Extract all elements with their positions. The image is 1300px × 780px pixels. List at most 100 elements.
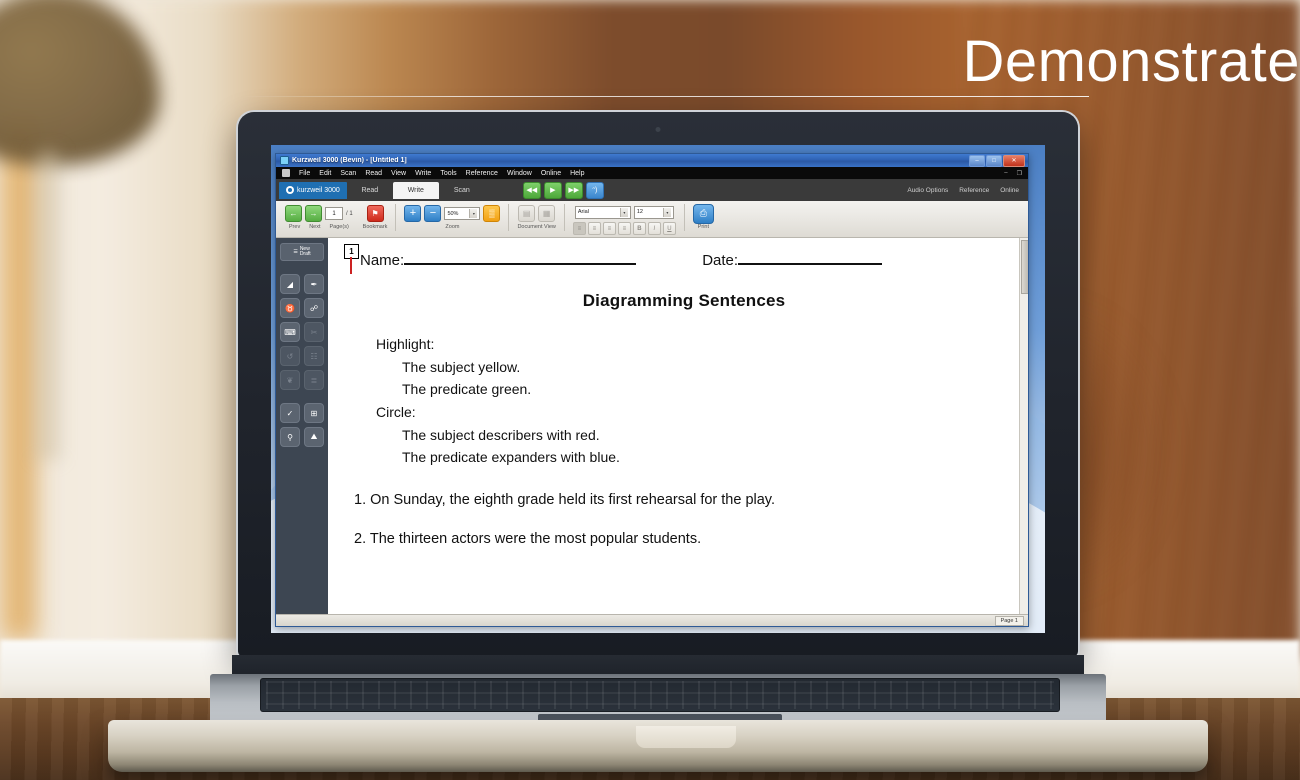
tab-scan[interactable]: Scan <box>439 182 485 199</box>
reference-link[interactable]: Reference <box>959 187 989 194</box>
tab-read[interactable]: Read <box>347 182 393 199</box>
zoom-in-button[interactable]: + <box>404 205 422 222</box>
line-spacing-button[interactable]: ≡ <box>617 222 631 235</box>
question-1: 1. On Sunday, the eighth grade held its … <box>354 492 776 509</box>
tag-tool-icon[interactable]: ❦ <box>280 370 300 390</box>
align-left-button[interactable]: ≡ <box>572 222 586 235</box>
audio-options-link[interactable]: Audio Options <box>907 187 948 194</box>
tool-row-7: ⚲ ⛰ <box>280 427 324 447</box>
kurzweil-brand-button[interactable]: kurzweil 3000 <box>279 181 347 199</box>
format-group: Arial ▾ 12 ▾ ≡ ≡ ≡ ≡ B I U <box>568 203 681 235</box>
magnifier-tool-icon[interactable]: ⚲ <box>280 427 300 447</box>
instruction-line-4: Circle: <box>376 404 416 421</box>
background-light-column <box>0 120 36 640</box>
date-label: Date: <box>702 252 739 269</box>
image-tool-icon[interactable]: ⛰ <box>304 427 324 447</box>
lamp-stem <box>35 150 61 460</box>
menu-item-scan[interactable]: Scan <box>340 170 356 177</box>
speaker-icon[interactable]: ᵔ) <box>585 181 604 199</box>
menu-item-help[interactable]: Help <box>570 170 584 177</box>
laptop: Kurzweil 3000 (Bevin) - [Untitled 1] – □… <box>108 112 1208 780</box>
close-button[interactable]: ✕ <box>1003 154 1025 167</box>
document-canvas[interactable]: 1 Name: Date: Diagramming Sentences High… <box>328 238 1028 614</box>
menu-item-window[interactable]: Window <box>507 170 532 177</box>
minimize-button[interactable]: – <box>969 154 985 167</box>
scissors-tool-icon[interactable]: ✂ <box>304 322 324 342</box>
microphone-tool-icon[interactable]: ♉ <box>280 298 300 318</box>
instruction-line-3: The predicate green. <box>402 381 532 398</box>
zoom-level-value: 50% <box>447 210 459 217</box>
document-icon <box>282 169 290 177</box>
align-right-button[interactable]: ≡ <box>602 222 616 235</box>
inner-minimize-button[interactable]: – <box>1004 170 1007 176</box>
question-2: 2. The thirteen actors were the most pop… <box>354 531 702 548</box>
menu-item-read[interactable]: Read <box>365 170 382 177</box>
menu-item-edit[interactable]: Edit <box>319 170 331 177</box>
tool-row-4: ↺ ☷ <box>280 346 324 366</box>
play-button[interactable]: ▶ <box>543 181 562 199</box>
document-view-label: Document View <box>517 224 556 230</box>
document-view-button-2[interactable]: ▦ <box>538 205 556 222</box>
tools-sidebar: ☰ New Draft ◢ ✒ ♉ ☍ ⌨ ✂ ↺ ☷ ❦ ≣ ✓ ⊞ ⚲ ⛰ <box>276 238 328 614</box>
highlighter-tool-icon[interactable]: ✒ <box>304 274 324 294</box>
menu-item-file[interactable]: File <box>299 170 310 177</box>
tab-write[interactable]: Write <box>392 181 439 199</box>
workspace: ☰ New Draft ◢ ✒ ♉ ☍ ⌨ ✂ ↺ ☷ ❦ ≣ ✓ ⊞ ⚲ ⛰ … <box>276 238 1028 614</box>
page-title: Demonstrate <box>0 28 1300 95</box>
font-family-select[interactable]: Arial ▾ <box>574 205 631 219</box>
prev-page-button[interactable]: ← <box>285 205 302 222</box>
new-draft-button[interactable]: ☰ New Draft <box>280 243 324 261</box>
menu-item-write[interactable]: Write <box>415 170 431 177</box>
worksheet-title: Diagramming Sentences <box>582 291 786 310</box>
zoom-label: Zoom <box>445 224 460 230</box>
menu-item-reference[interactable]: Reference <box>466 170 498 177</box>
keyboard-tool-icon[interactable]: ⌨ <box>280 322 300 342</box>
window-titlebar[interactable]: Kurzweil 3000 (Bevin) - [Untitled 1] – □… <box>276 154 1028 167</box>
zoom-grid-button[interactable]: ▒ <box>483 205 501 222</box>
list-tool-icon[interactable]: ≣ <box>304 370 324 390</box>
bold-button[interactable]: B <box>632 222 646 235</box>
print-label: Print <box>697 224 710 230</box>
print-button[interactable]: ⎙ <box>692 203 714 224</box>
menu-item-tools[interactable]: Tools <box>440 170 456 177</box>
document-view-button-1[interactable]: ▤ <box>518 205 536 222</box>
bookmark-icon[interactable]: ⚑ <box>366 205 384 222</box>
font-size-select[interactable]: 12 ▾ <box>633 205 674 219</box>
toolbar-divider-2 <box>508 204 510 231</box>
app-icon <box>280 156 289 165</box>
menu-item-online[interactable]: Online <box>541 170 561 177</box>
laptop-lid: Kurzweil 3000 (Bevin) - [Untitled 1] – □… <box>238 112 1078 657</box>
eraser-tool-icon[interactable]: ◢ <box>280 274 300 294</box>
maximize-button[interactable]: □ <box>986 154 1002 167</box>
prev-label: Prev <box>288 224 301 230</box>
scrollbar-thumb[interactable] <box>1021 240 1028 294</box>
document-tool-icon[interactable]: ☷ <box>304 346 324 366</box>
forward-button[interactable]: ▶▶ <box>564 181 583 199</box>
tool-row-6: ✓ ⊞ <box>280 403 324 423</box>
zoom-out-button[interactable]: − <box>424 205 442 222</box>
vertical-scrollbar[interactable] <box>1019 238 1028 614</box>
next-page-button[interactable]: → <box>305 205 322 222</box>
menu-bar: File Edit Scan Read View Write Tools Ref… <box>276 167 1028 179</box>
italic-button[interactable]: I <box>647 222 661 235</box>
online-link[interactable]: Online <box>1000 187 1019 194</box>
spellcheck-tool-icon[interactable]: ✓ <box>280 403 300 423</box>
instruction-line-5: The subject describers with red. <box>402 426 600 443</box>
underline-button[interactable]: U <box>662 222 676 235</box>
calculator-tool-icon[interactable]: ⊞ <box>304 403 324 423</box>
align-center-button[interactable]: ≡ <box>587 222 601 235</box>
date-input-line[interactable] <box>738 263 883 265</box>
zoom-level-select[interactable]: 50% ▾ <box>444 207 481 220</box>
name-input-line[interactable] <box>404 263 637 265</box>
inner-restore-button[interactable]: ❐ <box>1017 170 1022 177</box>
menu-item-view[interactable]: View <box>391 170 406 177</box>
screenshot-stage: Demonstrate Kurzweil 3000 (Bevin) - [Unt… <box>0 0 1300 780</box>
page-number-input[interactable]: 1 <box>325 207 343 220</box>
undo-tool-icon[interactable]: ↺ <box>280 346 300 366</box>
paperclip-tool-icon[interactable]: ☍ <box>304 298 324 318</box>
rewind-button[interactable]: ◀◀ <box>522 181 541 199</box>
bookmark-label: Bookmark <box>362 224 388 230</box>
status-bar: Page 1 <box>276 614 1028 626</box>
bookmark-group: ⚑ Bookmark <box>358 203 393 235</box>
window-controls: – □ ✕ <box>969 154 1026 167</box>
